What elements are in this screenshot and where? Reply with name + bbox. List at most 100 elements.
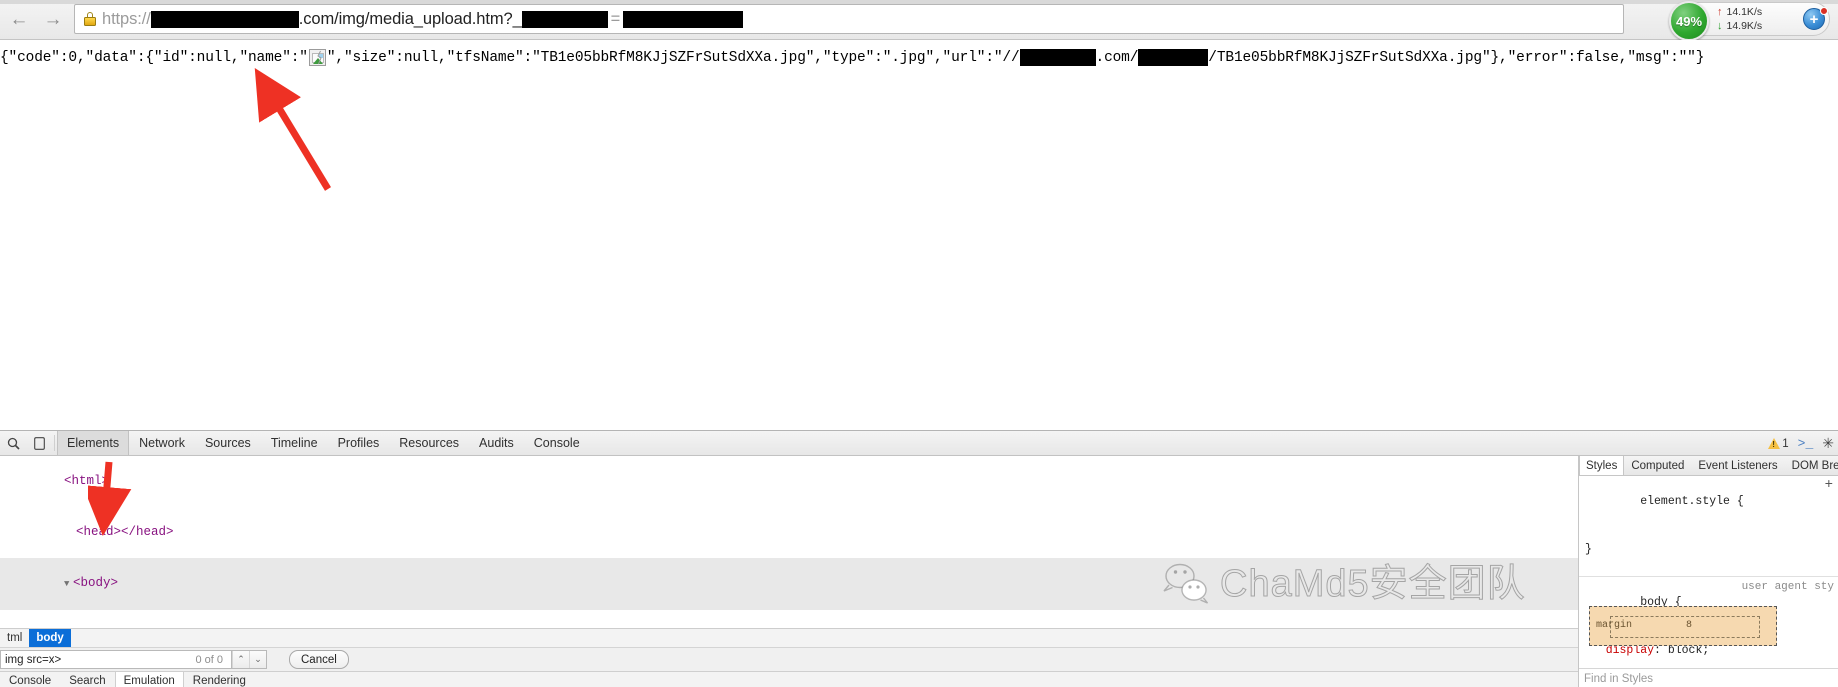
warning-count-label: 1	[1782, 437, 1789, 450]
breadcrumb-item-html[interactable]: tml	[0, 629, 29, 648]
sidebar-tab-event-listeners[interactable]: Event Listeners	[1691, 456, 1784, 475]
network-speed-widget[interactable]: 49% ↑ 14.1K/s ↓ 14.9K/s +	[1669, 1, 1830, 41]
address-bar[interactable]: https:// .com/img/media_upload.htm?_ =	[74, 4, 1624, 34]
tab-sources[interactable]: Sources	[195, 431, 261, 455]
sidebar-tab-styles[interactable]: Styles	[1579, 456, 1625, 475]
redacted-cdn-host	[1019, 49, 1096, 66]
tab-profiles[interactable]: Profiles	[328, 431, 390, 455]
cancel-button-label: Cancel	[301, 653, 337, 666]
tab-profiles-label: Profiles	[337, 436, 380, 450]
styles-sidebar: Styles Computed Event Listeners DOM Bre …	[1578, 456, 1838, 687]
box-model-diagram[interactable]: margin 8	[1589, 606, 1777, 646]
forward-icon[interactable]: →	[36, 3, 70, 35]
tab-console-label: Console	[533, 436, 580, 450]
device-toggle-icon[interactable]	[26, 431, 52, 455]
style-rule-element-style[interactable]: element.style { + }	[1579, 476, 1838, 577]
tab-sources-label: Sources	[204, 436, 251, 450]
browser-chrome: ← → ⟳ https://.com/img/media_upload.htm?…	[0, 0, 1838, 41]
cpu-usage-dial: 49%	[1669, 1, 1709, 41]
dom-tag-html: <html>	[64, 474, 110, 488]
search-prev-button[interactable]: ⌃	[232, 651, 249, 668]
search-next-button[interactable]: ⌄	[249, 651, 266, 668]
warning-triangle-icon	[1768, 438, 1781, 449]
url-scheme: https://	[102, 9, 151, 28]
sidebar-tab-dom-breakpoints-label: DOM Bre	[1791, 459, 1838, 472]
redacted-host	[150, 10, 299, 28]
new-style-rule-button[interactable]: +	[1825, 478, 1833, 492]
find-in-styles-placeholder: Find in Styles	[1584, 672, 1654, 685]
console-prompt-icon[interactable]: >_	[1798, 436, 1814, 451]
tab-resources[interactable]: Resources	[389, 431, 469, 455]
tab-network[interactable]: Network	[129, 431, 195, 455]
json-after-image: ","size":null,"tfsName":"TB1e05bbRfM8KJj…	[326, 49, 1020, 66]
upload-arrow-icon: ↑	[1717, 6, 1723, 18]
search-nav-arrows: ⌃ ⌄	[232, 650, 267, 669]
sidebar-tab-dom-breakpoints[interactable]: DOM Bre	[1785, 456, 1838, 475]
box-model-margin-value[interactable]: 8	[1686, 620, 1692, 631]
dom-line-html-open[interactable]: <html>	[0, 456, 1578, 507]
drawer-tabs: Console Search Emulation Rendering	[0, 671, 1578, 687]
dom-line-body-open[interactable]: ▼ <body>	[0, 558, 1578, 610]
dom-tree[interactable]: <html> <head></head> ▼<body> "{"code":0,…	[0, 456, 1578, 628]
gear-icon[interactable]: ✳	[1822, 435, 1834, 452]
drawer-tab-emulation[interactable]: Emulation	[114, 672, 184, 687]
tab-elements-label: Elements	[67, 436, 120, 450]
url-text: https:// .com/img/media_upload.htm?_ =	[102, 9, 744, 29]
sidebar-tab-computed[interactable]: Computed	[1624, 456, 1691, 475]
tab-timeline[interactable]: Timeline	[261, 431, 328, 455]
inspect-cursor-icon[interactable]	[0, 431, 26, 455]
tab-resources-label: Resources	[399, 436, 460, 450]
dom-line-head[interactable]: <head></head>	[0, 507, 1578, 558]
broken-image-icon	[308, 49, 326, 66]
extension-badge-icon[interactable]: +	[1803, 7, 1828, 32]
sidebar-tab-event-listeners-label: Event Listeners	[1698, 459, 1778, 472]
styles-sidebar-tabs: Styles Computed Event Listeners DOM Bre	[1579, 456, 1838, 476]
dom-tag-body: <body>	[73, 576, 119, 590]
toolbar-divider	[54, 435, 55, 451]
search-input-value: img src=x>	[5, 653, 62, 666]
breadcrumb-body-label: body	[36, 632, 64, 644]
breadcrumb-item-body[interactable]: body	[29, 628, 71, 648]
url-equals: =	[610, 9, 621, 28]
search-match-count: 0 of 0	[195, 653, 223, 666]
element-style-close: }	[1585, 543, 1592, 556]
breadcrumb-html-label: tml	[7, 632, 23, 644]
devtools-panel: Elements Network Sources Timeline Profil…	[0, 430, 1838, 687]
devtools-search-bar: img src=x> 0 of 0 ⌃ ⌄ Cancel	[0, 647, 1578, 671]
sidebar-tab-styles-label: Styles	[1586, 459, 1618, 472]
redacted-cdn-path	[1138, 49, 1209, 66]
lock-icon	[83, 11, 97, 27]
drawer-tab-console-label: Console	[9, 674, 52, 687]
cpu-usage-label: 49%	[1675, 13, 1703, 29]
dom-line-text-node-1[interactable]: "{"code":0,"data":{"id":null,"name":""	[0, 610, 1578, 628]
network-speed-rows: ↑ 14.1K/s ↓ 14.9K/s	[1717, 6, 1762, 33]
find-in-styles-input[interactable]: Find in Styles	[1579, 668, 1838, 687]
warning-count-badge[interactable]: 1	[1768, 437, 1789, 450]
tab-elements[interactable]: Elements	[57, 431, 130, 455]
box-model-margin-label: margin	[1596, 620, 1633, 631]
devtools-toolbar-right: 1 >_ ✳	[1768, 431, 1834, 456]
breadcrumb: tml body	[0, 628, 1578, 648]
url-path: .com/img/media_upload.htm?_	[298, 9, 522, 28]
screenshot-root: ← → ⟳ https://.com/img/media_upload.htm?…	[0, 0, 1838, 687]
drawer-tab-console[interactable]: Console	[0, 672, 60, 687]
disclosure-triangle-icon[interactable]: ▼	[64, 576, 73, 593]
drawer-tab-search[interactable]: Search	[60, 672, 114, 687]
tab-audits[interactable]: Audits	[469, 431, 524, 455]
tab-console[interactable]: Console	[524, 431, 590, 455]
upload-speed-label: 14.1K/s	[1726, 6, 1763, 18]
broken-image-tear	[317, 50, 322, 65]
drawer-tab-rendering-label: Rendering	[192, 674, 246, 687]
tab-timeline-label: Timeline	[270, 436, 318, 450]
drawer-tab-rendering[interactable]: Rendering	[184, 672, 255, 687]
cancel-button[interactable]: Cancel	[289, 650, 349, 669]
json-suffix: /TB1e05bbRfM8KJjSZFrSutSdXXa.jpg"},"erro…	[1208, 49, 1705, 66]
drawer-tab-emulation-label: Emulation	[123, 674, 175, 687]
json-response-text: {"code":0,"data":{"id":null,"name":" ","…	[0, 49, 1704, 66]
search-input[interactable]: img src=x> 0 of 0	[0, 650, 232, 669]
download-speed-label: 14.9K/s	[1726, 19, 1763, 32]
back-icon[interactable]: ←	[2, 3, 36, 35]
arrow-to-broken-image	[254, 68, 331, 191]
tab-network-label: Network	[139, 436, 185, 450]
element-style-selector: element.style {	[1640, 495, 1744, 508]
